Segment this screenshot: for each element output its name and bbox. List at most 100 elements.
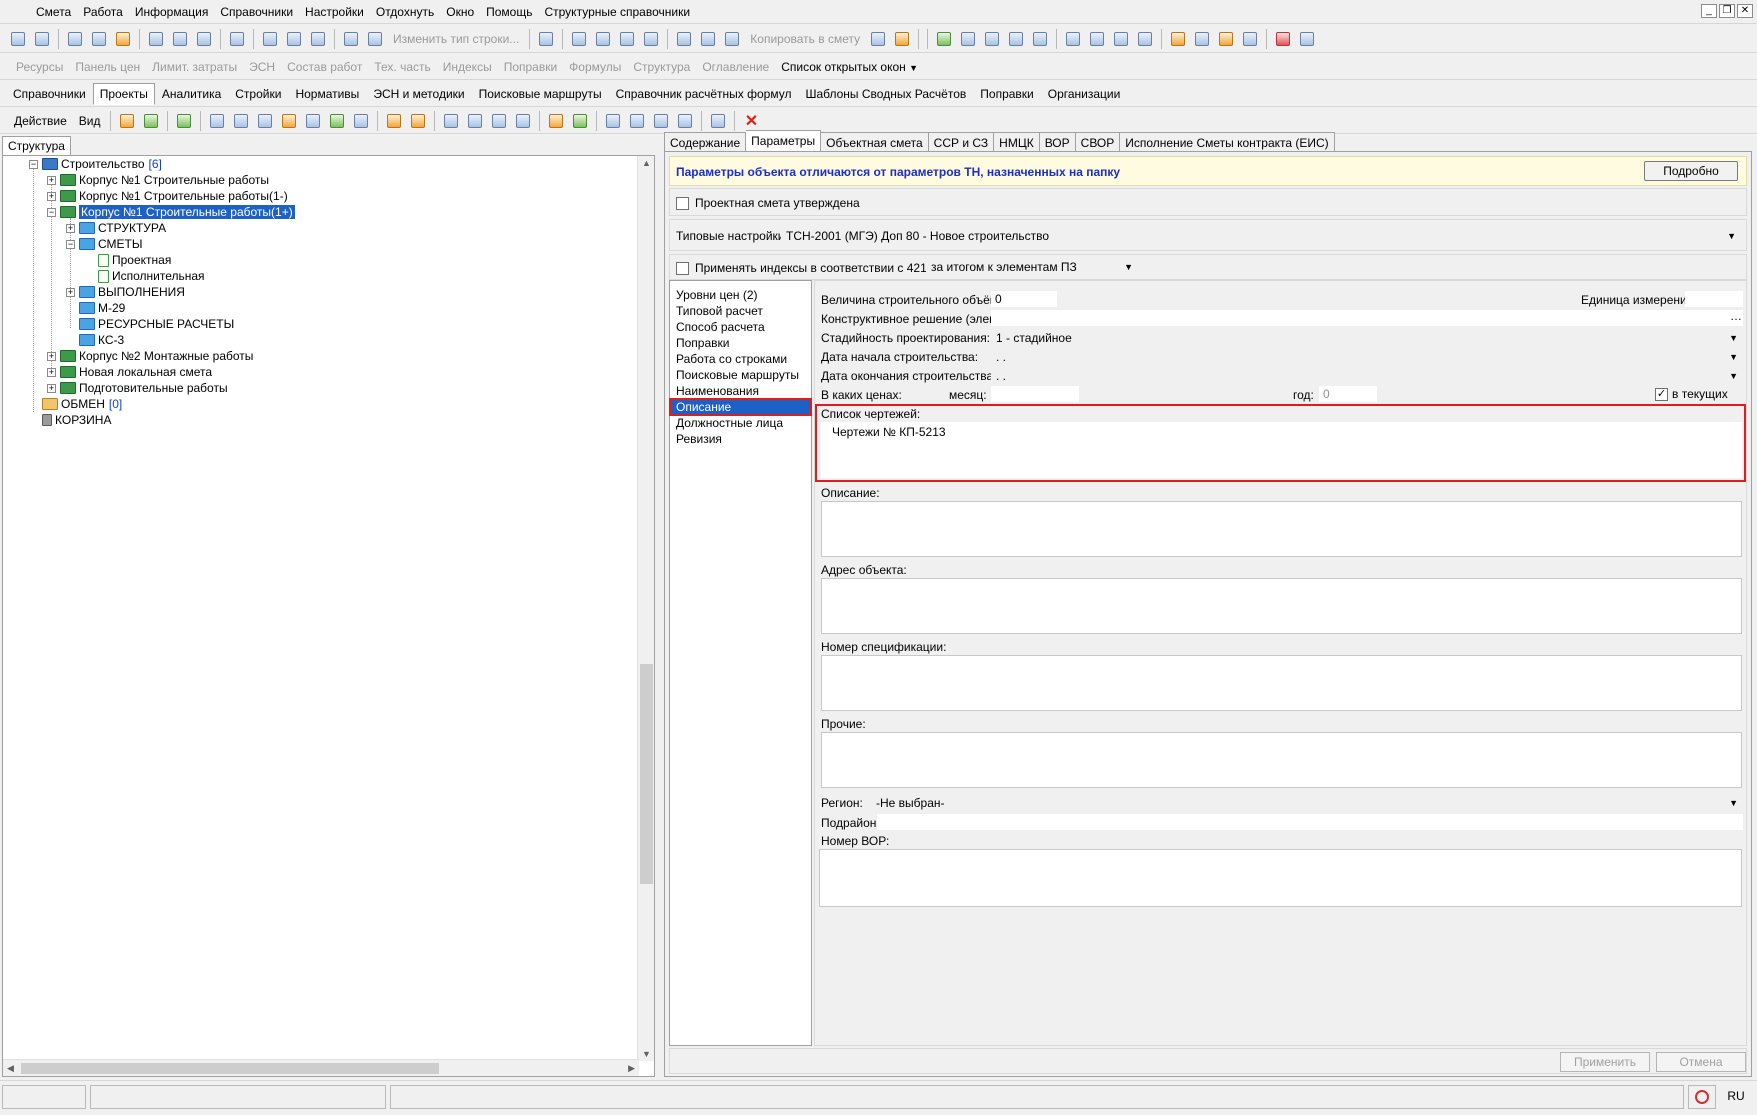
tree-node[interactable]: + Новая локальная смета (47, 364, 212, 380)
outdent-button[interactable] (1086, 29, 1108, 49)
tree-node[interactable]: − Корпус №1 Строительные работы(1+) (47, 204, 296, 220)
print-button[interactable] (88, 29, 110, 49)
rr-button[interactable] (650, 111, 672, 131)
ellipsis-icon[interactable]: … (1730, 309, 1742, 323)
org-button[interactable] (206, 111, 228, 131)
new-doc2-button[interactable] (31, 29, 53, 49)
paste-button[interactable] (640, 29, 662, 49)
other-textarea[interactable] (821, 732, 1742, 788)
expand-icon[interactable]: + (47, 175, 56, 185)
tab-organizations[interactable]: Организации (1041, 83, 1128, 105)
pr-button[interactable] (981, 29, 1003, 49)
tab-contract-execution[interactable]: Исполнение Сметы контракта (ЕИС) (1120, 132, 1335, 152)
tree-node[interactable]: + Корпус №2 Монтажные работы (47, 348, 253, 364)
tab-nmck[interactable]: НМЦК (994, 132, 1040, 152)
tree-horizontal-scrollbar[interactable]: ◀ ▶ (3, 1059, 639, 1076)
tab-contents[interactable]: Содержание (664, 132, 747, 152)
design-stage-select[interactable]: 1 - стадийное ▼ (991, 329, 1743, 346)
scroll-up-icon[interactable]: ▲ (642, 158, 651, 168)
row-comment-button[interactable] (307, 29, 329, 49)
expand-icon[interactable]: + (66, 287, 75, 297)
scroll-thumb[interactable] (21, 1063, 439, 1074)
list-item[interactable]: Наименования (670, 383, 811, 399)
tab-reference[interactable]: Справочники (6, 83, 93, 105)
spec-textarea[interactable] (821, 655, 1742, 711)
tree-node[interactable]: ОБМЕН [0] (29, 396, 122, 412)
current-prices-row[interactable]: ✓ в текущих (1655, 387, 1728, 401)
address-textarea[interactable] (821, 578, 1742, 634)
tab-vor[interactable]: ВОР (1039, 132, 1076, 152)
list2-button[interactable] (1134, 29, 1156, 49)
current-prices-checkbox[interactable]: ✓ (1655, 387, 1668, 401)
end-date-picker[interactable]: . . ▼ (991, 367, 1743, 384)
save-button[interactable] (145, 29, 167, 49)
copy-rows-button[interactable] (568, 29, 590, 49)
description-textarea[interactable] (821, 501, 1742, 557)
redo-button[interactable] (226, 29, 248, 49)
books-red-button[interactable] (1272, 29, 1294, 49)
tree-node[interactable]: − Строительство [6] (29, 156, 162, 172)
tab-corrections[interactable]: Поправки (973, 83, 1040, 105)
indent-button[interactable] (1062, 29, 1084, 49)
tab-parameters[interactable]: Параметры (746, 130, 822, 152)
tab-esn-methods[interactable]: ЭСН и методики (366, 83, 471, 105)
indexes-checkbox-row[interactable]: Применять индексы в соответствии с 421пр (676, 261, 940, 275)
import-button[interactable] (407, 111, 429, 131)
list-item[interactable]: Уровни цен (2) (670, 287, 811, 303)
tab-ssr[interactable]: ССР и СЗ (928, 132, 995, 152)
year-input[interactable]: 0 (1319, 386, 1377, 402)
delete-button[interactable] (535, 29, 557, 49)
refresh-tree-button[interactable] (173, 111, 195, 131)
nav-contents[interactable]: Оглавление (696, 60, 775, 74)
excavator-button[interactable] (1191, 29, 1213, 49)
expand-icon[interactable]: + (47, 383, 56, 393)
doc-button[interactable] (254, 111, 276, 131)
table-button[interactable] (278, 111, 300, 131)
paste-est-button[interactable] (891, 29, 913, 49)
details-button[interactable]: Подробно (1644, 161, 1738, 181)
row-insert-button[interactable] (283, 29, 305, 49)
collapse-icon[interactable]: − (29, 159, 38, 169)
list-item[interactable]: Типовой расчет (670, 303, 811, 319)
tree-node[interactable]: − СМЕТЫ (66, 236, 142, 252)
book-link-button[interactable] (350, 111, 372, 131)
list-item[interactable]: Поисковые маршруты (670, 367, 811, 383)
tab-svor[interactable]: СВОР (1075, 132, 1121, 152)
approved-checkbox[interactable] (676, 196, 689, 210)
cancel-button[interactable]: Отмена (1656, 1052, 1746, 1072)
truck-button[interactable] (340, 29, 362, 49)
move-down-button[interactable] (616, 29, 638, 49)
list-button[interactable] (1110, 29, 1132, 49)
export-button[interactable] (383, 111, 405, 131)
find-button[interactable] (112, 29, 134, 49)
menu-rest[interactable]: Отдохнуть (370, 0, 440, 24)
volume-input[interactable]: 0 (991, 291, 1057, 307)
tree-node[interactable]: РЕСУРСНЫЕ РАСЧЕТЫ (66, 316, 234, 332)
tab-search-routes[interactable]: Поисковые маршруты (472, 83, 609, 105)
undo-button[interactable] (193, 29, 215, 49)
project-tree[interactable]: − Строительство [6] + Корпус №1 Строител… (2, 155, 655, 1077)
tree2-button[interactable] (1029, 29, 1051, 49)
approved-checkbox-row[interactable]: Проектная смета утверждена (676, 196, 860, 210)
expand-icon[interactable]: + (47, 191, 56, 201)
subregion-input[interactable] (877, 814, 1743, 830)
collapse-icon[interactable]: − (66, 239, 75, 249)
cut-button[interactable] (673, 29, 695, 49)
expand-icon[interactable]: + (47, 351, 56, 361)
indexes-checkbox[interactable] (676, 261, 689, 275)
vor-number-textarea[interactable] (819, 849, 1742, 907)
menu-structural[interactable]: Структурные справочники (538, 0, 696, 24)
paste2-button[interactable] (721, 29, 743, 49)
archive-button[interactable] (707, 111, 729, 131)
restore-icon[interactable]: ❐ (1719, 4, 1735, 18)
tab-summary-templates[interactable]: Шаблоны Сводных Расчётов (798, 83, 973, 105)
book-new-button[interactable] (326, 111, 348, 131)
drawings-textarea[interactable]: Чертежи № КП-5213 (821, 422, 1742, 478)
structure-tab[interactable]: Структура (2, 136, 71, 156)
tab-projects[interactable]: Проекты (92, 82, 155, 105)
menu-smeta[interactable]: Смета (30, 0, 77, 24)
m29-button[interactable] (626, 111, 648, 131)
list-item-description[interactable]: Описание (669, 398, 812, 416)
scroll-left-icon[interactable]: ◀ (7, 1063, 14, 1074)
action-menu[interactable]: Действие (8, 114, 73, 128)
